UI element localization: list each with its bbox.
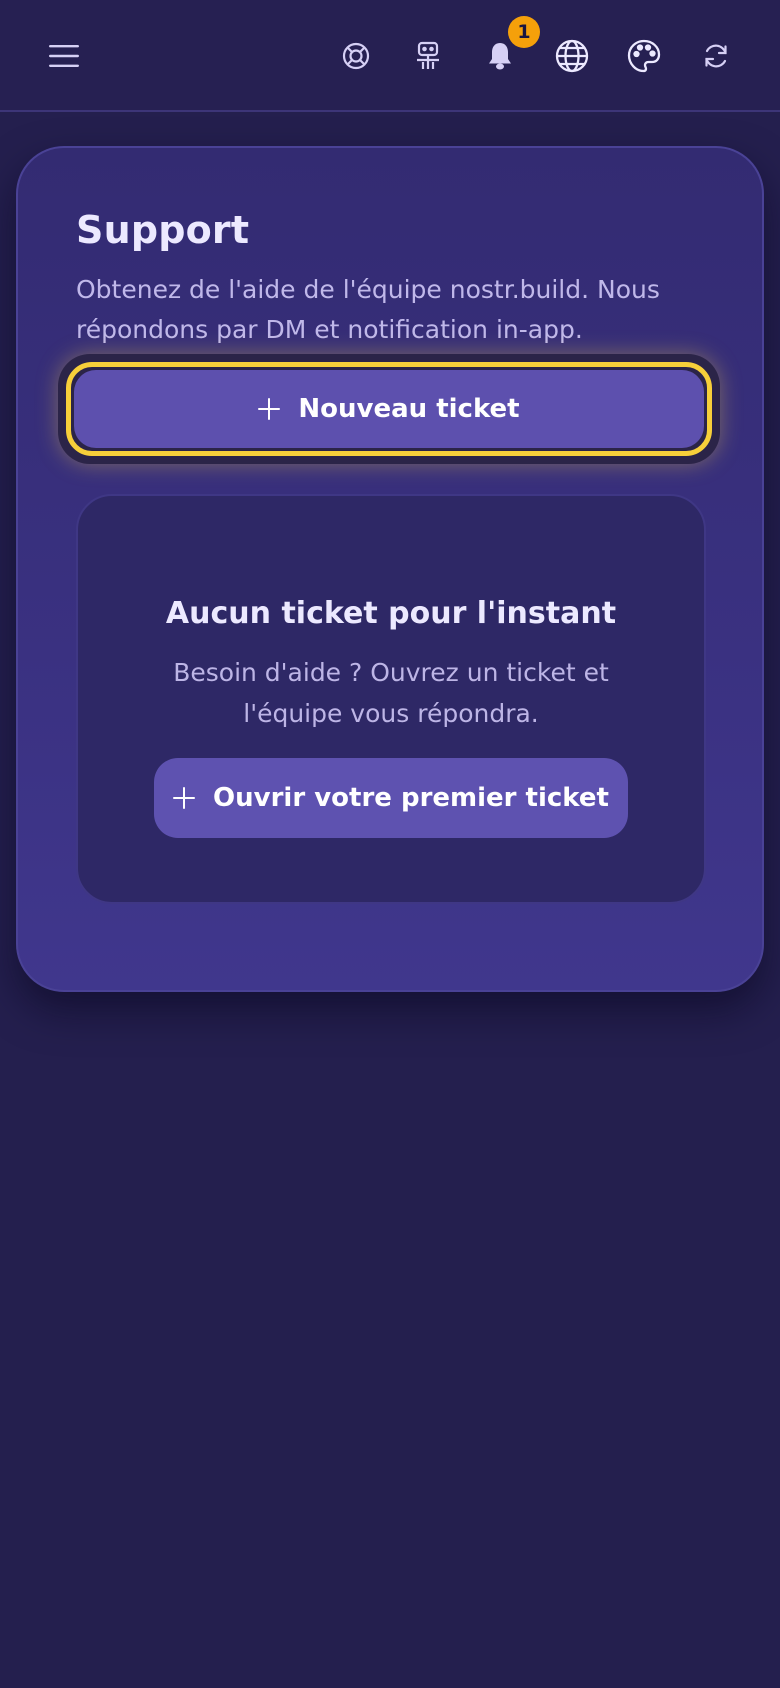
lifebuoy-icon[interactable]	[333, 33, 379, 79]
robot-icon[interactable]	[405, 33, 451, 79]
refresh-icon[interactable]	[693, 33, 739, 79]
globe-icon[interactable]	[549, 33, 595, 79]
empty-state-text: Besoin d'aide ? Ouvrez un ticket et l'éq…	[173, 658, 609, 728]
support-card: Support Obtenez de l'aide de l'équipe no…	[16, 146, 764, 992]
palette-icon[interactable]	[621, 33, 667, 79]
empty-state-panel: Aucun ticket pour l'instant Besoin d'aid…	[76, 494, 706, 904]
support-page: 1 Support Obtenez de l'aide de l'équipe …	[0, 0, 780, 1688]
plus-icon	[173, 787, 196, 809]
hamburger-menu-icon[interactable]	[41, 33, 87, 79]
notification-badge: 1	[508, 16, 540, 48]
new-ticket-label: Nouveau ticket	[298, 394, 520, 424]
open-first-ticket-button[interactable]: Ouvrir votre premier ticket	[154, 758, 628, 838]
page-title: Support	[76, 208, 250, 252]
support-description: Obtenez de l'aide de l'équipe nostr.buil…	[76, 275, 660, 344]
new-ticket-focus-highlight: Nouveau ticket	[58, 354, 720, 464]
new-ticket-button[interactable]: Nouveau ticket	[74, 370, 704, 448]
open-first-ticket-label: Ouvrir votre premier ticket	[213, 783, 609, 813]
top-bar: 1	[0, 0, 780, 112]
empty-state-title: Aucun ticket pour l'instant	[165, 596, 617, 631]
plus-icon	[258, 398, 281, 420]
